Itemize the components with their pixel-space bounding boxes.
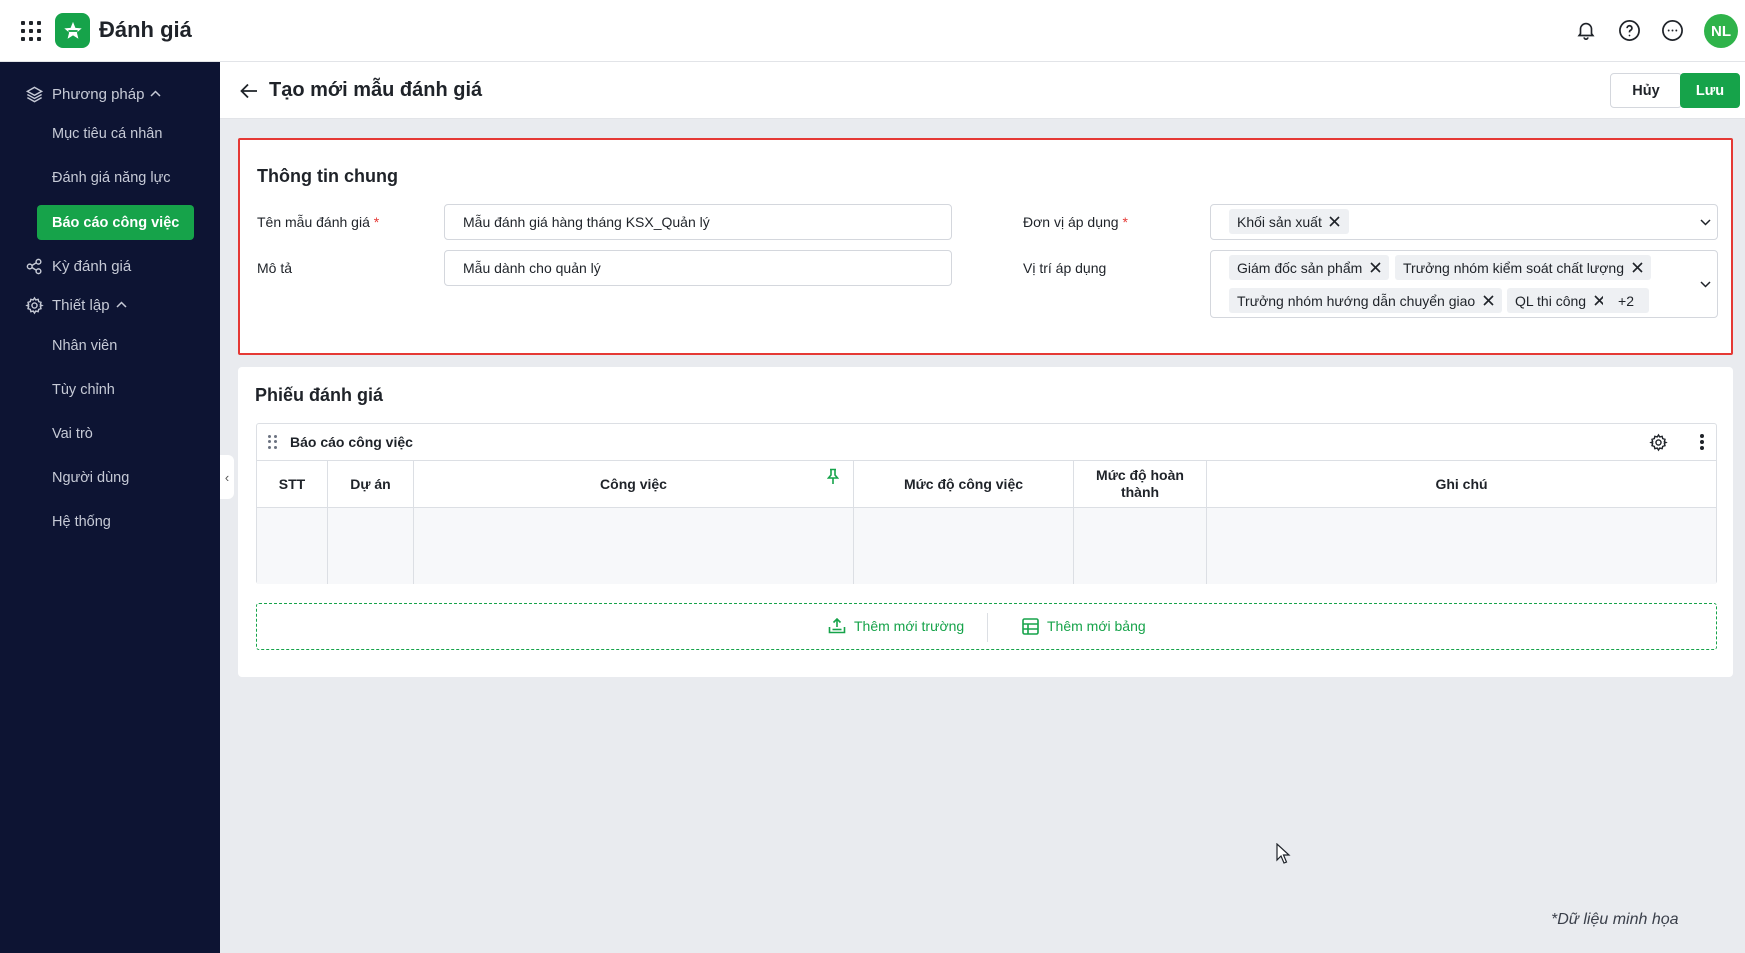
sidebar-item-users[interactable]: Người dùng — [52, 470, 129, 486]
close-icon[interactable] — [1482, 295, 1494, 307]
work-report-table: Báo cáo công việc STT Dự án Công việc Mứ… — [256, 423, 1717, 584]
add-actions-area: Thêm mới trường Thêm mới bảng — [256, 603, 1717, 650]
position-tag: Giám đốc sản phẩm — [1229, 255, 1390, 280]
sidebar-item-customize[interactable]: Tùy chỉnh — [52, 382, 115, 398]
sidebar-item-work-report[interactable]: Báo cáo công việc — [37, 205, 194, 240]
table-cell[interactable] — [854, 508, 1074, 584]
column-header-project[interactable]: Dự án — [328, 461, 414, 508]
pin-icon[interactable] — [826, 467, 840, 485]
mouse-pointer-icon — [1276, 842, 1292, 865]
table-toolbar: Báo cáo công việc — [257, 424, 1716, 461]
sidebar-group-label: Phương pháp — [52, 85, 145, 103]
top-bar: Đánh giá NL — [0, 0, 1745, 62]
sidebar-collapse-button[interactable]: ‹ — [220, 455, 234, 499]
unit-select[interactable]: Khối sản xuất — [1210, 204, 1718, 240]
arrow-left-icon[interactable] — [238, 80, 260, 102]
user-avatar[interactable]: NL — [1704, 14, 1738, 48]
help-icon[interactable] — [1616, 17, 1642, 43]
close-icon[interactable] — [1329, 216, 1341, 228]
app-title: Đánh giá — [99, 17, 192, 42]
app-logo — [55, 13, 90, 48]
table-cell[interactable] — [1074, 508, 1207, 584]
sidebar-group-label: Kỳ đánh giá — [52, 257, 132, 275]
add-table-button[interactable]: Thêm mới bảng — [1021, 617, 1146, 635]
column-header-task-level[interactable]: Mức độ công việc — [854, 461, 1074, 508]
chevron-down-icon — [1698, 277, 1712, 291]
column-header-completion[interactable]: Mức độ hoàn thành — [1074, 461, 1207, 508]
more-tags-badge[interactable]: +2 — [1603, 288, 1649, 313]
sidebar: Phương pháp Mục tiêu cá nhân Đánh giá nă… — [0, 62, 220, 953]
template-name-label: Tên mẫu đánh giá * — [257, 214, 380, 230]
section-title: Thông tin chung — [257, 166, 398, 186]
more-circle-icon[interactable] — [1659, 17, 1685, 43]
table-icon — [1021, 617, 1039, 635]
drag-handle-icon[interactable] — [268, 435, 278, 449]
chevron-up-icon — [150, 88, 161, 100]
table-cell[interactable] — [328, 508, 414, 584]
description-input[interactable]: Mẫu dành cho quản lý — [444, 250, 952, 286]
save-button[interactable]: Lưu — [1680, 73, 1740, 108]
illustration-note: *Dữ liệu minh họa — [1551, 911, 1679, 928]
template-name-input[interactable]: Mẫu đánh giá hàng tháng KSX_Quản lý — [444, 204, 952, 240]
apps-grid-icon[interactable] — [21, 21, 41, 41]
sidebar-group-label: Thiết lập — [52, 296, 110, 314]
close-icon[interactable] — [1369, 262, 1381, 274]
unit-label: Đơn vị áp dụng * — [1023, 214, 1128, 230]
table-cell[interactable] — [1207, 508, 1716, 584]
cancel-button[interactable]: Hủy — [1610, 73, 1682, 108]
general-info-section: Thông tin chung Tên mẫu đánh giá * Mẫu đ… — [238, 138, 1733, 355]
share-nodes-icon — [24, 256, 44, 276]
divider — [987, 613, 988, 642]
sidebar-item-competency[interactable]: Đánh giá năng lực — [52, 170, 171, 186]
layers-icon — [24, 84, 44, 104]
column-header-note[interactable]: Ghi chú — [1207, 461, 1716, 508]
description-label: Mô tả — [257, 260, 293, 276]
position-select[interactable]: Giám đốc sản phẩm Trưởng nhóm kiểm soát … — [1210, 250, 1718, 318]
column-header-task[interactable]: Công việc — [414, 461, 854, 508]
section-title: Phiếu đánh giá — [255, 385, 384, 405]
sidebar-item-system[interactable]: Hệ thống — [52, 514, 111, 530]
page-title: Tạo mới mẫu đánh giá — [269, 79, 483, 101]
sidebar-item-employees[interactable]: Nhân viên — [52, 338, 117, 354]
sidebar-group-method[interactable]: Phương pháp — [24, 84, 161, 104]
upload-tray-icon — [828, 617, 846, 635]
table-cell[interactable] — [414, 508, 854, 584]
evaluation-form-section: Phiếu đánh giá Báo cáo công việc STT Dự … — [238, 367, 1733, 677]
sidebar-item-personal-goals[interactable]: Mục tiêu cá nhân — [52, 126, 162, 142]
position-tag: Trưởng nhóm kiểm soát chất lượng — [1395, 255, 1652, 280]
sidebar-item-roles[interactable]: Vai trò — [52, 426, 93, 442]
gear-icon[interactable] — [1648, 432, 1668, 452]
add-field-button[interactable]: Thêm mới trường — [828, 617, 964, 635]
sidebar-group-settings[interactable]: Thiết lập — [24, 295, 127, 315]
star-logo-icon — [63, 21, 82, 39]
sidebar-group-period[interactable]: Kỳ đánh giá — [24, 256, 131, 276]
position-label: Vị trí áp dụng — [1023, 260, 1107, 276]
chevron-down-icon — [1698, 215, 1712, 229]
unit-tag: Khối sản xuất — [1229, 209, 1349, 234]
position-tag: QL thi công — [1507, 288, 1614, 313]
table-cell[interactable] — [257, 508, 328, 584]
kebab-menu-icon[interactable] — [1692, 432, 1712, 452]
bell-icon[interactable] — [1573, 17, 1599, 43]
chevron-up-icon — [116, 299, 127, 311]
column-header-stt[interactable]: STT — [257, 461, 328, 508]
close-icon[interactable] — [1631, 262, 1643, 274]
table-name: Báo cáo công việc — [290, 434, 413, 450]
position-tag: Trưởng nhóm hướng dẫn chuyển giao — [1229, 288, 1503, 313]
gear-icon — [24, 295, 44, 315]
page-header: Tạo mới mẫu đánh giá Hủy Lưu — [220, 62, 1745, 119]
